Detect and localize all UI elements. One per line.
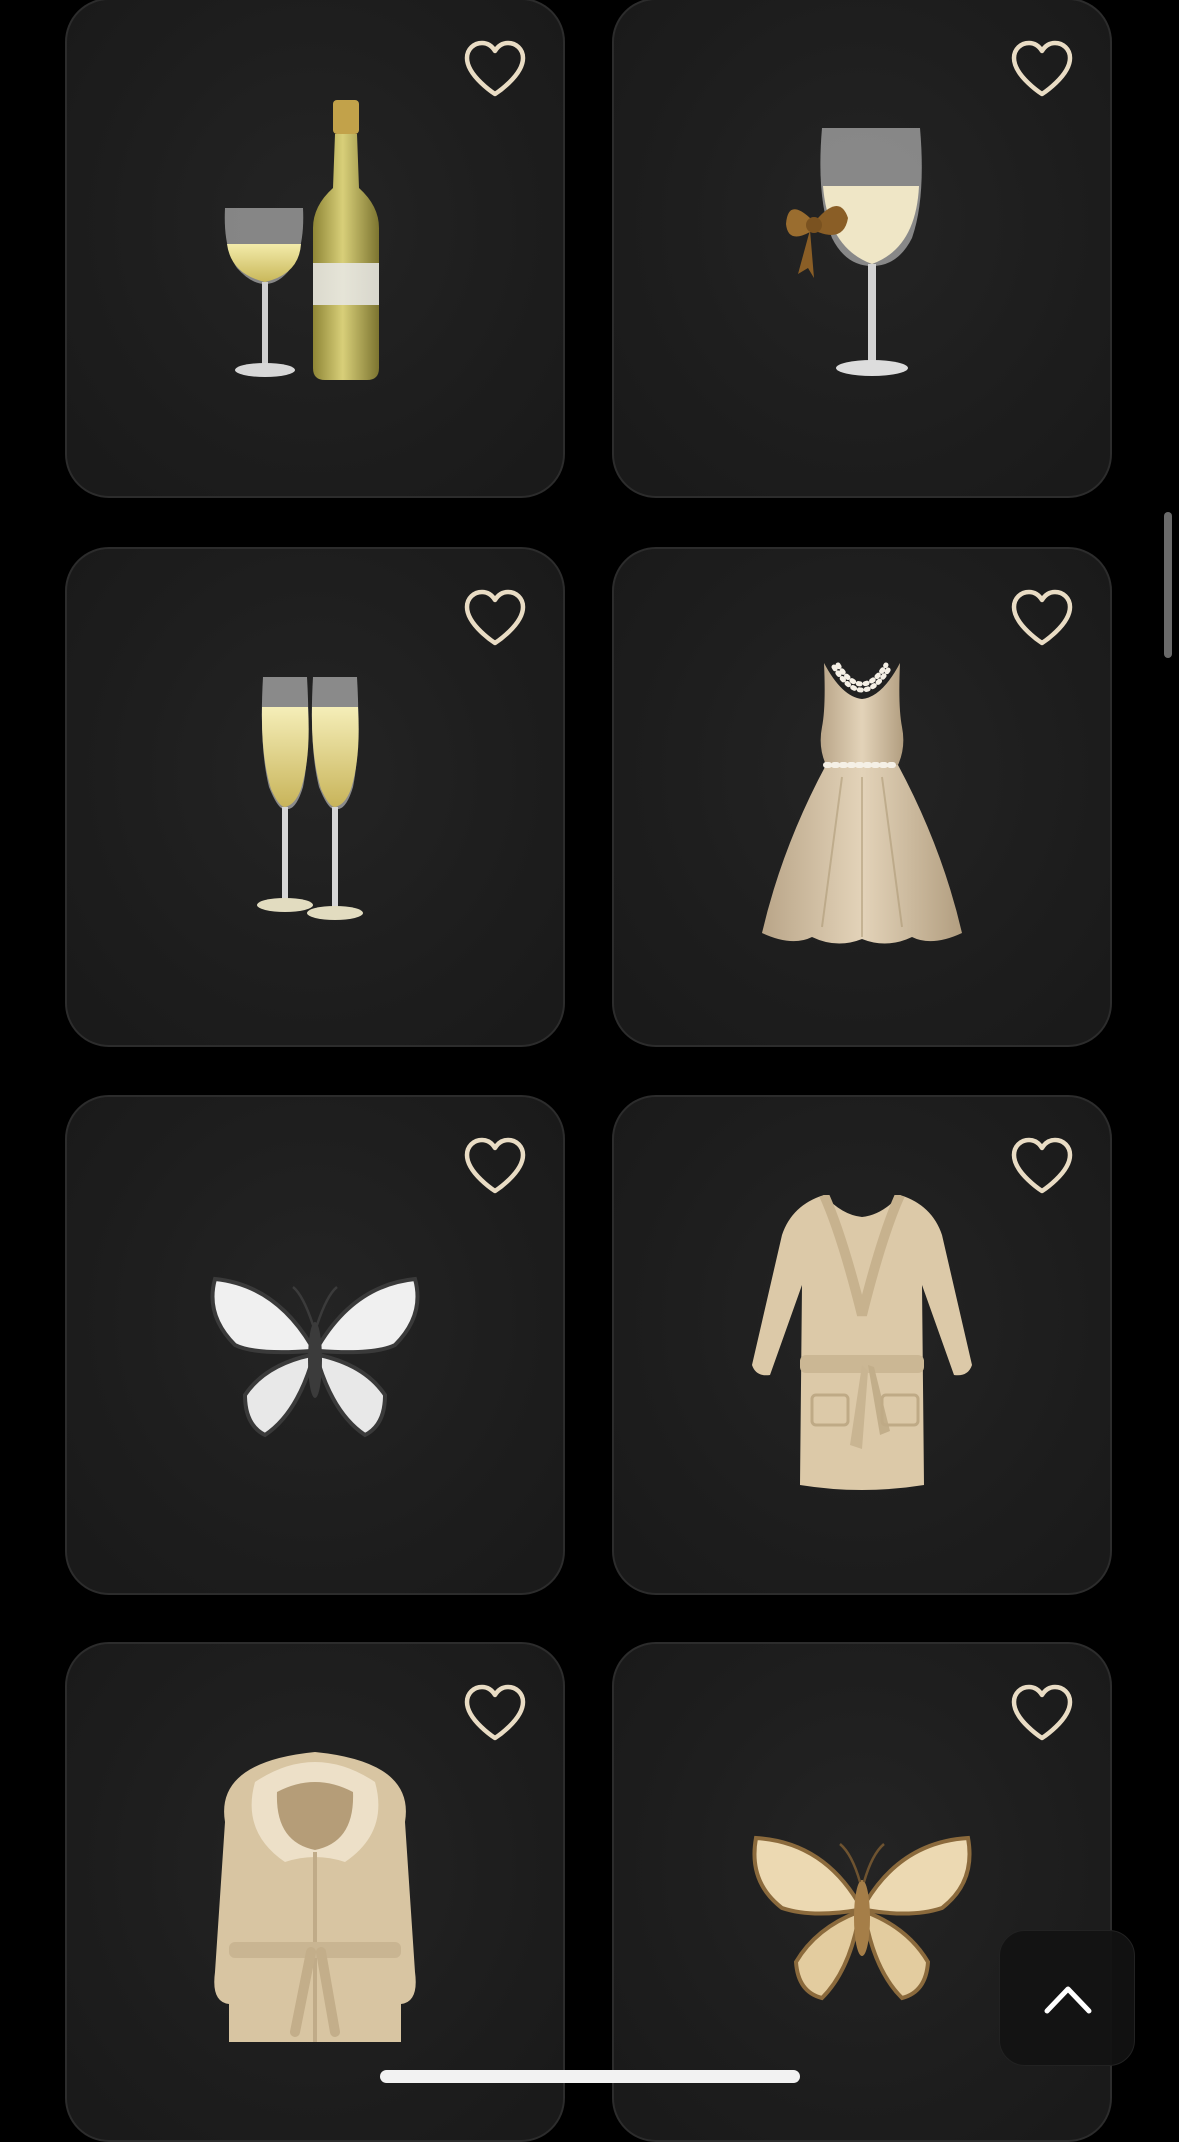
bathrobe-icon (712, 1195, 1012, 1495)
heart-outline-icon[interactable] (1008, 1135, 1076, 1197)
beige-butterfly-icon (712, 1742, 1012, 2042)
heart-outline-icon[interactable] (461, 38, 529, 100)
product-card[interactable] (65, 547, 565, 1047)
scroll-to-top-button[interactable] (999, 1930, 1135, 2066)
scrollbar[interactable] (1164, 512, 1172, 658)
product-card[interactable] (65, 1095, 565, 1595)
wine-glass-with-bow-icon (712, 98, 1012, 398)
chevron-up-icon (1044, 1986, 1092, 2014)
heart-outline-icon[interactable] (461, 1682, 529, 1744)
product-card[interactable] (65, 1642, 565, 2142)
product-grid (0, 0, 1179, 2142)
product-card[interactable] (65, 0, 565, 498)
product-card[interactable] (612, 547, 1112, 1047)
wine-bottle-and-glass-icon (165, 98, 465, 398)
heart-outline-icon[interactable] (461, 1135, 529, 1197)
home-indicator[interactable] (380, 2070, 800, 2083)
heart-outline-icon[interactable] (1008, 38, 1076, 100)
pearl-dress-icon (712, 647, 1012, 947)
white-butterfly-icon (165, 1195, 465, 1495)
product-card[interactable] (612, 1642, 1112, 2142)
heart-outline-icon[interactable] (461, 587, 529, 649)
product-card[interactable] (612, 1095, 1112, 1595)
heart-outline-icon[interactable] (1008, 1682, 1076, 1744)
hooded-fur-robe-icon (165, 1742, 465, 2042)
champagne-flutes-icon (165, 647, 465, 947)
heart-outline-icon[interactable] (1008, 587, 1076, 649)
product-card[interactable] (612, 0, 1112, 498)
